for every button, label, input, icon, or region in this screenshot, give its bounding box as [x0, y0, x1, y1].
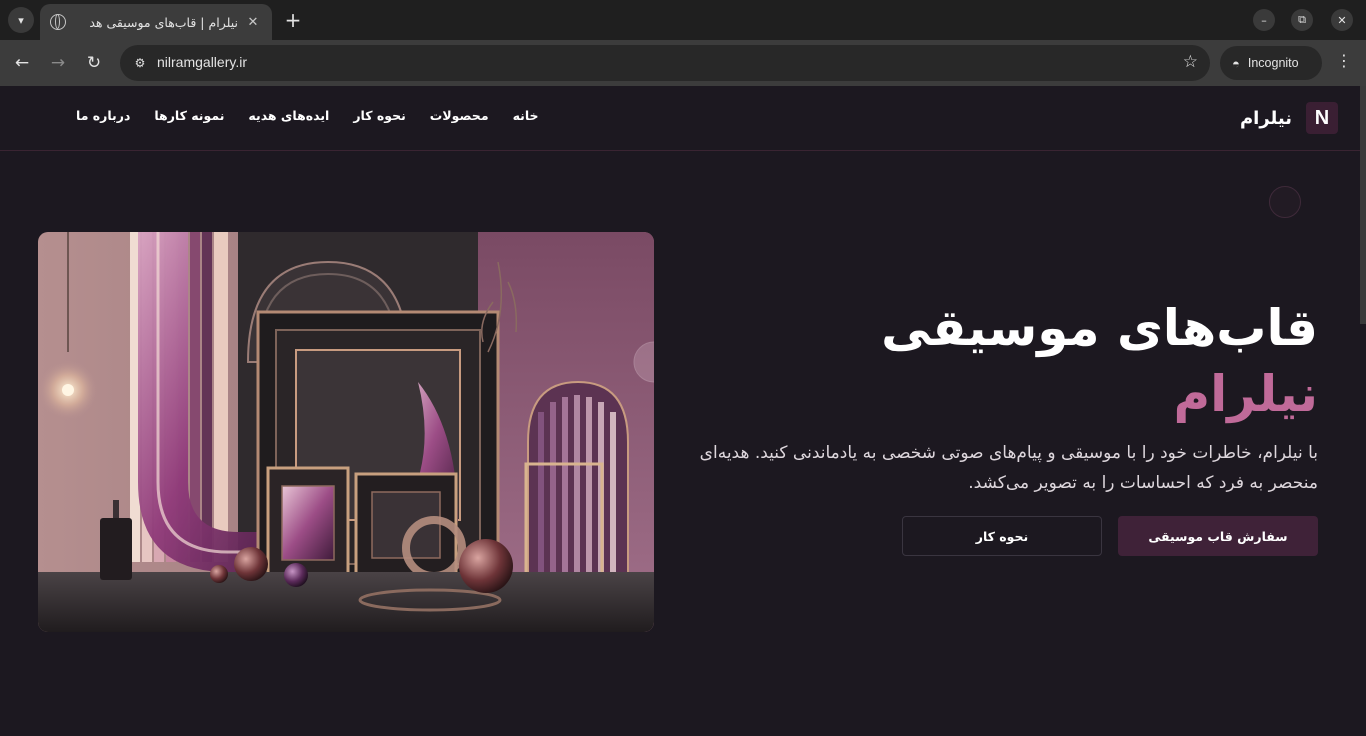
nav-link-gift-ideas[interactable]: ایده‌های هدیه — [248, 108, 329, 123]
hero-image — [38, 232, 654, 632]
hero-subtitle: نیلرام — [1173, 365, 1318, 423]
site-info-icon[interactable]: ⚙ — [128, 51, 152, 75]
order-frame-button[interactable]: سفارش قاب موسیقی — [1118, 516, 1318, 556]
incognito-badge[interactable]: ◓ Incognito — [1220, 46, 1322, 80]
brand-logo[interactable]: N — [1306, 102, 1338, 134]
brand-name[interactable]: نیلرام — [1240, 108, 1292, 129]
hero-content: قاب‌های موسیقی نیلرام با نیلرام، خاطرات … — [678, 296, 1318, 556]
hero-illustration — [38, 232, 654, 632]
how-it-works-button[interactable]: نحوه کار — [902, 516, 1102, 556]
nav-link-portfolio[interactable]: نمونه کارها — [154, 108, 224, 123]
tab-search-chevron-icon[interactable]: ▾ — [8, 7, 34, 33]
web-page: N نیلرام خانه محصولات نحوه کار ایده‌های … — [0, 86, 1366, 736]
scrollbar-thumb[interactable] — [1360, 86, 1366, 324]
address-bar[interactable]: ⚙ nilramgallery.ir ☆ — [120, 45, 1210, 81]
main-nav: خانه محصولات نحوه کار ایده‌های هدیه نمون… — [76, 108, 539, 123]
site-header: N نیلرام خانه محصولات نحوه کار ایده‌های … — [0, 86, 1366, 151]
decorative-circle — [1269, 186, 1301, 218]
tab-title: نیلرام | قاب‌های موسیقی هد — [89, 14, 238, 30]
back-arrow-icon[interactable]: ← — [10, 51, 34, 75]
nav-link-products[interactable]: محصولات — [430, 108, 489, 123]
browser-menu-icon[interactable]: ⋮ — [1334, 51, 1354, 70]
globe-icon — [50, 14, 66, 30]
browser-tab-bar: ▾ نیلرام | قاب‌های موسیقی هد ✕ + – ⧉ ✕ — [0, 0, 1366, 40]
incognito-label: Incognito — [1247, 56, 1299, 70]
browser-toolbar: ← → ↻ ⚙ nilramgallery.ir ☆ ◓ Incognito ⋮ — [0, 40, 1366, 86]
restore-icon[interactable]: ⧉ — [1291, 9, 1313, 31]
close-window-icon[interactable]: ✕ — [1331, 9, 1353, 31]
brand[interactable]: N نیلرام — [1240, 102, 1338, 134]
nav-link-how-it-works[interactable]: نحوه کار — [353, 108, 405, 123]
minimize-icon[interactable]: – — [1253, 9, 1275, 31]
nav-link-about[interactable]: درباره ما — [76, 108, 130, 123]
hero-buttons: سفارش قاب موسیقی نحوه کار — [678, 516, 1318, 556]
reload-icon[interactable]: ↻ — [82, 51, 106, 75]
incognito-icon: ◓ — [1232, 55, 1240, 71]
hero-description: با نیلرام، خاطرات خود را با موسیقی و پیا… — [699, 443, 1318, 493]
bookmark-star-icon[interactable]: ☆ — [1183, 52, 1198, 72]
tab-close-icon[interactable]: ✕ — [244, 13, 262, 31]
nav-link-home[interactable]: خانه — [513, 108, 539, 123]
forward-arrow-icon[interactable]: → — [46, 51, 70, 75]
hero-title: قاب‌های موسیقی — [881, 299, 1318, 357]
new-tab-plus-icon[interactable]: + — [282, 8, 304, 32]
browser-tab[interactable]: نیلرام | قاب‌های موسیقی هد ✕ — [40, 4, 272, 40]
url-text[interactable]: nilramgallery.ir — [157, 54, 247, 70]
